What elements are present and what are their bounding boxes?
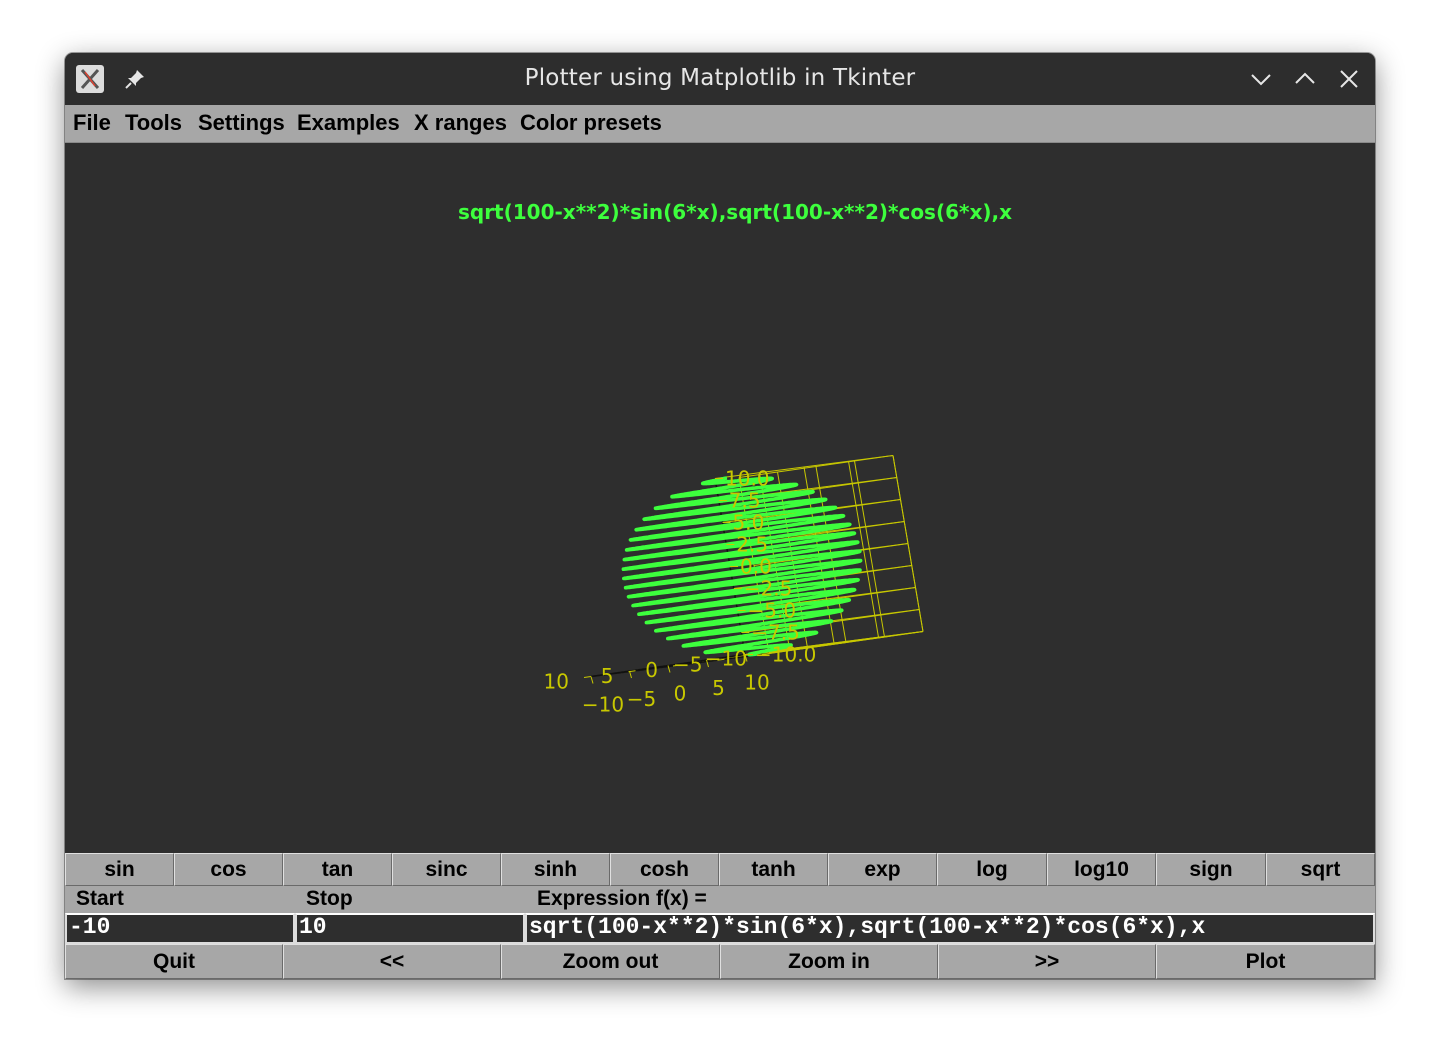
close-icon[interactable]: [1333, 63, 1365, 95]
z-tick-label: −7.5: [751, 621, 800, 645]
menu-file[interactable]: File: [73, 110, 111, 136]
x-tick-label: −5: [673, 652, 702, 676]
app-window: Plotter using Matplotlib in Tkinter File…: [65, 53, 1375, 979]
plot-button[interactable]: Plot: [1156, 944, 1375, 979]
start-label: Start: [76, 887, 124, 910]
sinh-button[interactable]: sinh: [501, 853, 610, 886]
minimize-icon[interactable]: [1245, 63, 1277, 95]
z-tick-label: −5.0: [748, 599, 797, 623]
expression-label: Expression f(x) =: [537, 887, 707, 910]
y-tick-label: −5: [627, 687, 656, 711]
zoom-in-button[interactable]: Zoom in: [720, 944, 938, 979]
zoom-out-button[interactable]: Zoom out: [501, 944, 720, 979]
chart-title: sqrt(100-x**2)*sin(6*x),sqrt(100-x**2)*c…: [458, 200, 1012, 224]
y-tick-label: 5: [712, 676, 725, 700]
exp-button[interactable]: exp: [828, 853, 937, 886]
tanh-button[interactable]: tanh: [719, 853, 828, 886]
menu-settings[interactable]: Settings: [198, 110, 285, 136]
x-tick-label: 0: [645, 658, 658, 682]
sign-button[interactable]: sign: [1156, 853, 1266, 886]
cos-button[interactable]: cos: [174, 853, 283, 886]
z-tick-label: 5.0: [733, 511, 765, 535]
sin-button[interactable]: sin: [65, 853, 174, 886]
expression-input[interactable]: sqrt(100-x**2)*sin(6*x),sqrt(100-x**2)*c…: [525, 913, 1375, 944]
z-tick-label: 10.0: [725, 467, 770, 491]
action-button-bar: Quit << Zoom out Zoom in >> Plot: [65, 944, 1375, 979]
z-tick-label: 0.0: [740, 555, 772, 579]
next-button[interactable]: >>: [938, 944, 1156, 979]
z-tick-label: −10.0: [755, 643, 816, 667]
z-tick-label: −2.5: [744, 577, 793, 601]
input-row: -10 10 sqrt(100-x**2)*sin(6*x),sqrt(100-…: [65, 913, 1375, 944]
x-tick-label: −10: [705, 647, 747, 671]
menu-x-ranges[interactable]: X ranges: [414, 110, 507, 136]
z-tick-label: 7.5: [729, 489, 761, 513]
tan-button[interactable]: tan: [283, 853, 392, 886]
menu-color-presets[interactable]: Color presets: [520, 110, 662, 136]
start-input[interactable]: -10: [65, 913, 295, 944]
function-button-bar: sin cos tan sinc sinh cosh tanh exp log …: [65, 853, 1375, 886]
x-tick-label: 10: [544, 670, 569, 694]
input-labels: Start Stop Expression f(x) =: [65, 886, 1375, 913]
cosh-button[interactable]: cosh: [610, 853, 719, 886]
quit-button[interactable]: Quit: [65, 944, 283, 979]
window-title: Plotter using Matplotlib in Tkinter: [524, 65, 916, 91]
3d-chart: sqrt(100-x**2)*sin(6*x),sqrt(100-x**2)*c…: [458, 200, 1012, 717]
menu-examples[interactable]: Examples: [297, 110, 400, 136]
y-tick-label: 0: [674, 682, 687, 706]
log-button[interactable]: log: [937, 853, 1047, 886]
log10-button[interactable]: log10: [1047, 853, 1156, 886]
maximize-icon[interactable]: [1289, 63, 1321, 95]
menu-bar: File Tools Settings Examples X ranges Co…: [65, 105, 1375, 143]
sinc-button[interactable]: sinc: [392, 853, 501, 886]
sqrt-button[interactable]: sqrt: [1266, 853, 1375, 886]
plot-canvas[interactable]: sqrt(100-x**2)*sin(6*x),sqrt(100-x**2)*c…: [65, 143, 1375, 853]
stop-label: Stop: [306, 887, 353, 910]
x-tick-mark: [583, 676, 592, 678]
y-tick-label: 10: [744, 671, 769, 695]
x-tick-label: 5: [601, 664, 614, 688]
z-tick-label: 2.5: [736, 533, 768, 557]
y-tick-mark: [590, 676, 594, 684]
y-tick-label: −10: [582, 693, 624, 717]
stop-input[interactable]: 10: [295, 913, 525, 944]
title-bar[interactable]: Plotter using Matplotlib in Tkinter: [65, 53, 1375, 105]
menu-tools[interactable]: Tools: [125, 110, 182, 136]
previous-button[interactable]: <<: [283, 944, 501, 979]
